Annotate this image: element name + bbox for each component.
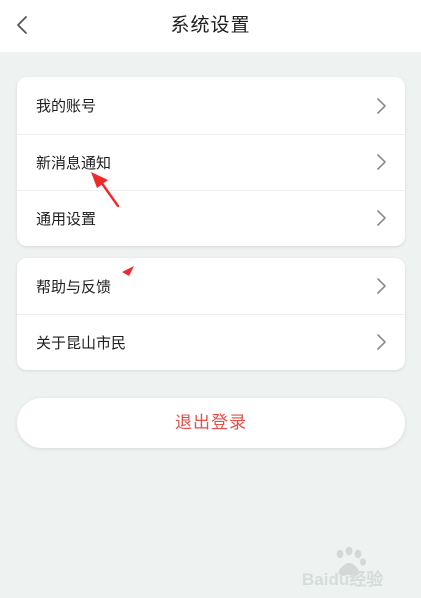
chevron-right-icon bbox=[376, 209, 388, 227]
page-title: 系统设置 bbox=[170, 14, 251, 36]
header-bar: 系统设置 bbox=[0, 0, 421, 52]
settings-item-label: 关于昆山市民 bbox=[36, 333, 127, 352]
settings-item-label: 我的账号 bbox=[36, 97, 97, 115]
settings-item-help-feedback[interactable]: 帮助与反馈 bbox=[17, 258, 405, 314]
chevron-right-icon bbox=[376, 333, 388, 351]
settings-item-label: 通用设置 bbox=[36, 209, 97, 228]
chevron-right-icon bbox=[376, 153, 388, 171]
chevron-right-icon bbox=[376, 97, 388, 115]
settings-item-general-settings[interactable]: 通用设置 bbox=[17, 190, 405, 246]
settings-group-help: 帮助与反馈 关于昆山市民 bbox=[17, 258, 405, 370]
settings-item-new-message-notification[interactable]: 新消息通知 bbox=[17, 134, 405, 190]
logout-button[interactable]: 退出登录 bbox=[17, 398, 405, 448]
paw-logo-icon: Baidu经验 bbox=[302, 546, 384, 589]
watermark-text: Baidu经验 bbox=[302, 569, 384, 589]
settings-group-account: 我的账号 新消息通知 通用设置 bbox=[17, 77, 405, 246]
settings-item-label: 新消息通知 bbox=[36, 153, 112, 172]
settings-item-about[interactable]: 关于昆山市民 bbox=[17, 314, 405, 370]
chevron-right-icon bbox=[376, 277, 388, 295]
baidu-jingyan-watermark: Baidu经验 bbox=[300, 545, 412, 591]
settings-item-my-account[interactable]: 我的账号 bbox=[17, 77, 405, 134]
settings-item-label: 帮助与反馈 bbox=[36, 277, 112, 296]
